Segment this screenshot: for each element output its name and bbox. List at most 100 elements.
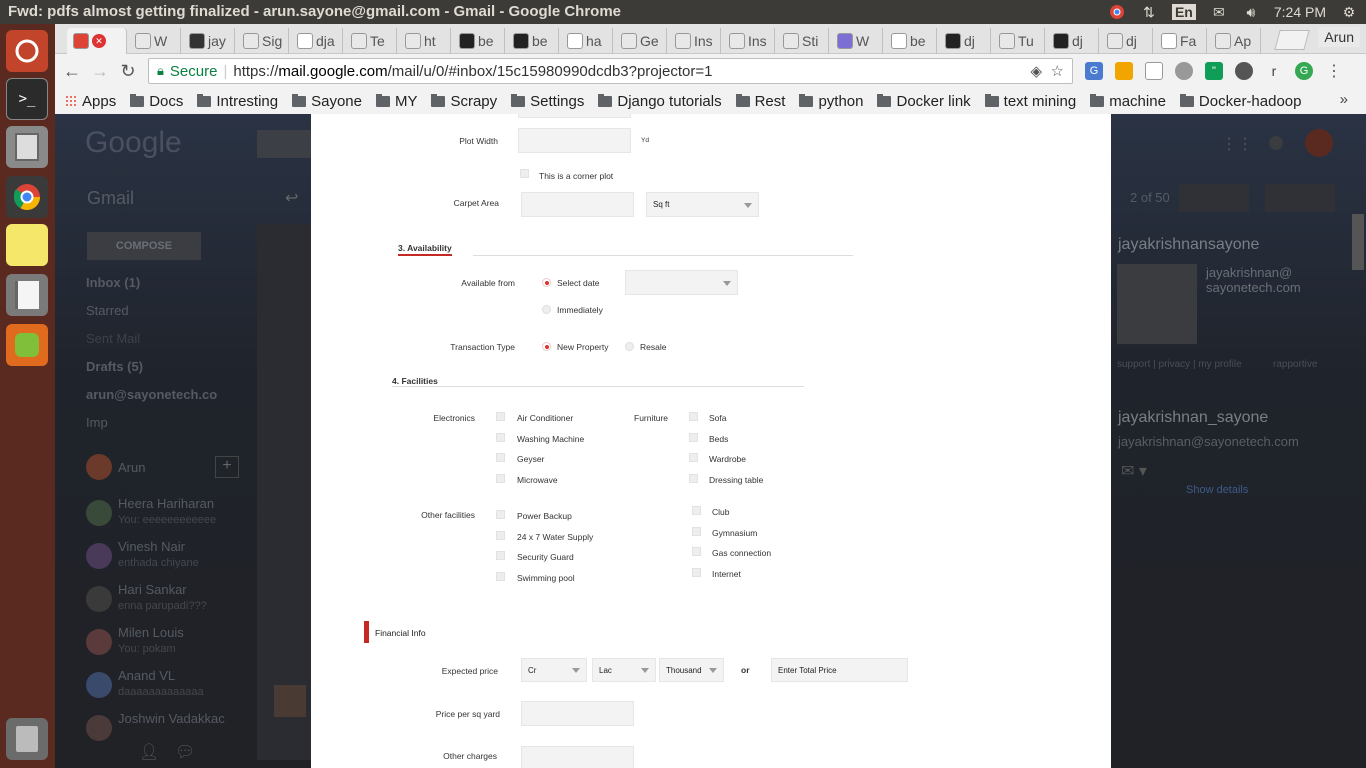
back-arrow-icon[interactable]: ←	[61, 60, 83, 82]
facility-checkbox[interactable]	[689, 432, 698, 442]
tab-9[interactable]: ha	[561, 28, 613, 54]
address-bar[interactable]: 🔒︎ Secure | https://mail.google.com/mail…	[148, 58, 1073, 84]
sublime-icon[interactable]	[6, 324, 48, 366]
facility-checkbox[interactable]	[689, 453, 698, 462]
scrollbar-thumb[interactable]	[1352, 214, 1364, 270]
facility-checkbox[interactable]	[689, 412, 698, 421]
chrome-menu-icon[interactable]: ⋮	[1325, 62, 1343, 80]
bookmark-11[interactable]: text mining	[984, 93, 1076, 110]
tab-4[interactable]: dja	[291, 28, 343, 54]
mail-icon[interactable]: ✉	[1210, 3, 1228, 21]
facility-checkbox[interactable]	[496, 530, 505, 540]
tab-0[interactable]: ✕	[67, 28, 127, 54]
tab-5[interactable]: Te	[345, 28, 397, 54]
bookmark-1[interactable]: Docs	[130, 93, 183, 110]
facility-checkbox[interactable]	[496, 571, 505, 581]
terminal-icon[interactable]: >_	[6, 78, 48, 120]
tab-3[interactable]: Sig	[237, 28, 289, 54]
tab-1[interactable]: W	[129, 28, 181, 54]
translate-extension-icon[interactable]: G	[1085, 62, 1103, 80]
tab-16[interactable]: dj	[939, 28, 991, 54]
other-charges-input[interactable]	[521, 746, 634, 768]
immediately-radio[interactable]	[542, 305, 551, 314]
bookmark-9[interactable]: python	[799, 93, 863, 110]
sticky-notes-icon[interactable]	[6, 224, 48, 266]
chrome-icon[interactable]	[6, 176, 48, 218]
bookmark-2[interactable]: Intresting	[197, 93, 278, 110]
tab-11[interactable]: Ins	[669, 28, 721, 54]
clock[interactable]: 7:24 PM	[1274, 4, 1326, 20]
tab-13[interactable]: Sti	[777, 28, 829, 54]
carpet-area-input[interactable]	[521, 192, 634, 217]
select-date-radio[interactable]	[542, 278, 551, 287]
bookmark-10[interactable]: Docker link	[877, 93, 971, 110]
new-tab-button[interactable]	[1274, 30, 1310, 50]
tab-10[interactable]: Ge	[615, 28, 667, 54]
bookmark-4[interactable]: MY	[375, 93, 417, 110]
bookmark-8[interactable]: Rest	[735, 93, 785, 110]
url-text[interactable]: https://mail.google.com/mail/u/0/#inbox/…	[233, 63, 712, 80]
resale-radio[interactable]	[625, 342, 634, 351]
settings-gear-icon[interactable]: ⚙	[1340, 3, 1358, 21]
total-price-input[interactable]: Enter Total Price	[771, 658, 908, 682]
price-per-sqyard-input[interactable]	[521, 701, 634, 726]
bookmark-3[interactable]: Sayone	[292, 93, 362, 110]
extension-diamond-icon[interactable]: ◈	[1030, 62, 1042, 80]
price-thousand-select[interactable]: Thousand	[659, 658, 724, 682]
facility-checkbox[interactable]	[496, 453, 505, 462]
date-select[interactable]	[625, 270, 738, 295]
tab-19[interactable]: dj	[1101, 28, 1153, 54]
tab-21[interactable]: Ap	[1209, 28, 1261, 54]
tab-15[interactable]: be	[885, 28, 937, 54]
chrome-tray-icon[interactable]	[1108, 3, 1126, 21]
facility-checkbox[interactable]	[692, 526, 701, 536]
facility-checkbox[interactable]	[496, 432, 505, 442]
price-cr-select[interactable]: Cr	[521, 658, 587, 682]
tab-7[interactable]: be	[453, 28, 505, 54]
ubuntu-dash-icon[interactable]	[6, 30, 48, 72]
profile-button[interactable]: Arun	[1318, 27, 1360, 47]
facility-checkbox[interactable]	[496, 412, 505, 421]
facility-checkbox[interactable]	[692, 567, 701, 577]
hangouts-extension-icon[interactable]: "	[1205, 62, 1223, 80]
honey-extension-icon[interactable]	[1115, 62, 1133, 80]
facility-checkbox[interactable]	[692, 547, 701, 556]
volume-icon[interactable]: 🔊︎	[1242, 3, 1260, 21]
facility-checkbox[interactable]	[496, 510, 505, 519]
tab-close-icon[interactable]: ✕	[92, 34, 106, 48]
trash-icon[interactable]	[6, 718, 48, 760]
new-property-radio[interactable]	[542, 342, 551, 351]
clock-extension-icon[interactable]	[1145, 62, 1163, 80]
carpet-area-unit-select[interactable]: Sq ft	[646, 192, 759, 217]
grammarly-extension-icon[interactable]: G	[1295, 62, 1313, 80]
tab-18[interactable]: dj	[1047, 28, 1099, 54]
bookmark-12[interactable]: machine	[1090, 93, 1166, 110]
tab-14[interactable]: W	[831, 28, 883, 54]
facility-checkbox[interactable]	[692, 506, 701, 515]
bookmark-6[interactable]: Settings	[511, 93, 584, 110]
plot-width-input[interactable]	[518, 128, 631, 153]
forward-arrow-icon[interactable]: →	[89, 60, 111, 82]
bookmark-5[interactable]: Scrapy	[431, 93, 497, 110]
facility-checkbox[interactable]	[496, 473, 505, 483]
facility-checkbox[interactable]	[496, 551, 505, 560]
price-lac-select[interactable]: Lac	[592, 658, 656, 682]
dark-extension-icon[interactable]	[1235, 62, 1253, 80]
file-cabinet-icon[interactable]	[6, 126, 48, 168]
r-extension-icon[interactable]: r	[1265, 62, 1283, 80]
corner-plot-checkbox[interactable]	[520, 169, 529, 178]
bookmark-7[interactable]: Django tutorials	[598, 93, 722, 110]
tab-2[interactable]: jay	[183, 28, 235, 54]
network-icon[interactable]: ⇅	[1140, 3, 1158, 21]
previous-input-edge[interactable]	[518, 114, 631, 118]
tab-20[interactable]: Fa	[1155, 28, 1207, 54]
bookmark-0[interactable]: Apps	[65, 93, 116, 110]
facility-checkbox[interactable]	[689, 473, 698, 483]
keyboard-layout-indicator[interactable]: En	[1171, 4, 1196, 20]
tab-8[interactable]: be	[507, 28, 559, 54]
bookmark-star-icon[interactable]: ☆	[1051, 62, 1064, 80]
tab-6[interactable]: ht	[399, 28, 451, 54]
tab-12[interactable]: Ins	[723, 28, 775, 54]
bookmark-13[interactable]: Docker-hadoop	[1179, 93, 1301, 110]
bookmarks-overflow-icon[interactable]: »	[1340, 91, 1348, 108]
